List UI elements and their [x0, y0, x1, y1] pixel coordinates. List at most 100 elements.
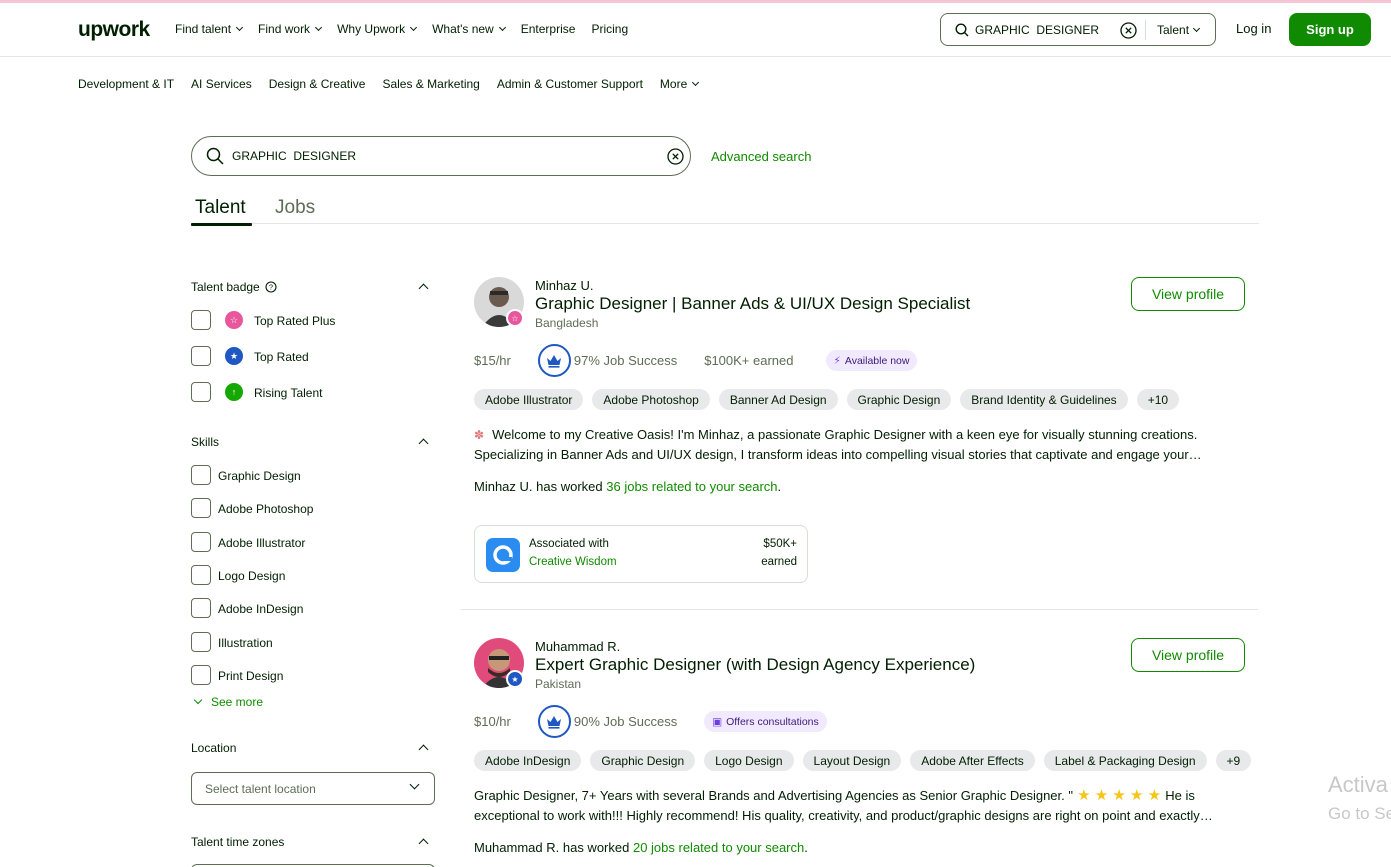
checkbox-top-rated-plus[interactable]: [191, 310, 211, 330]
skill-label: Graphic Design: [218, 469, 301, 483]
related-jobs-link[interactable]: 20 jobs related to your search: [633, 840, 804, 855]
skill-tag[interactable]: Adobe Photoshop: [592, 389, 710, 410]
agency-association[interactable]: Associated with Creative Wisdom $50K+ ea…: [474, 525, 808, 583]
category-ai-services[interactable]: AI Services: [191, 77, 252, 91]
checkbox-skill[interactable]: [191, 465, 211, 485]
skill-tag[interactable]: Adobe InDesign: [474, 750, 582, 771]
svg-text:?: ?: [269, 283, 273, 292]
tab-jobs[interactable]: Jobs: [275, 197, 315, 219]
checkbox-skill[interactable]: [191, 498, 211, 518]
top-rated-icon: ★: [506, 670, 524, 688]
chevron-down-icon: [409, 779, 420, 790]
agency-earned-label: earned: [761, 556, 797, 568]
location-heading: Location: [191, 741, 237, 755]
skill-label: Adobe InDesign: [218, 602, 304, 616]
freelancer-title[interactable]: Graphic Designer | Banner Ads & UI/UX De…: [535, 294, 970, 314]
category-admin-support[interactable]: Admin & Customer Support: [497, 77, 643, 91]
collapse-icon[interactable]: [418, 744, 429, 755]
checkbox-skill[interactable]: [191, 632, 211, 652]
view-profile-button[interactable]: View profile: [1131, 638, 1245, 672]
checkbox-skill[interactable]: [191, 532, 211, 552]
available-now-badge: ⚡ Available now: [825, 350, 918, 371]
search-scope-dropdown[interactable]: Talent: [1157, 23, 1201, 37]
header-search-input[interactable]: [975, 22, 1115, 37]
agency-name[interactable]: Creative Wisdom: [529, 556, 617, 568]
chevron-down-icon: [236, 23, 244, 32]
agency-earned-amount: $50K+: [763, 538, 797, 550]
checkbox-skill[interactable]: [191, 565, 211, 585]
category-design-creative[interactable]: Design & Creative: [269, 77, 366, 91]
category-dev-it[interactable]: Development & IT: [78, 77, 174, 91]
help-icon[interactable]: ?: [265, 281, 277, 293]
skill-tag[interactable]: Brand Identity & Guidelines: [960, 389, 1128, 410]
more-skills-tag[interactable]: +10: [1136, 389, 1180, 410]
nav-enterprise[interactable]: Enterprise: [521, 22, 576, 36]
skill-tags: Adobe InDesign Graphic Design Logo Desig…: [474, 750, 1252, 771]
see-more-skills[interactable]: See more: [193, 695, 263, 709]
nav-pricing[interactable]: Pricing: [591, 22, 628, 36]
hourly-rate: $15/hr: [474, 353, 511, 368]
skill-tag[interactable]: Graphic Design: [846, 389, 952, 410]
checkbox-skill[interactable]: [191, 598, 211, 618]
result-tabs: Talent Jobs: [191, 196, 1259, 226]
badge-label-top-rated-plus: Top Rated Plus: [254, 314, 336, 328]
collapse-icon[interactable]: [418, 283, 429, 294]
location-select[interactable]: Select talent location: [191, 772, 435, 805]
nav-why-upwork[interactable]: Why Upwork: [337, 22, 418, 36]
main-search-input[interactable]: [232, 149, 632, 163]
chevron-down-icon: [193, 695, 203, 705]
freelancer-description[interactable]: Graphic Designer, 7+ Years with several …: [474, 786, 1234, 826]
skill-tag[interactable]: Adobe After Effects: [910, 750, 1035, 771]
freelancer-title[interactable]: Expert Graphic Designer (with Design Age…: [535, 655, 975, 675]
skill-tag[interactable]: Logo Design: [704, 750, 794, 771]
more-skills-tag[interactable]: +9: [1215, 750, 1252, 771]
freelancer-name[interactable]: Minhaz U.: [535, 278, 594, 293]
category-sales-marketing[interactable]: Sales & Marketing: [382, 77, 479, 91]
collapse-icon[interactable]: [418, 838, 429, 849]
chevron-down-icon: [315, 23, 323, 32]
main-nav: Find talent Find work Why Upwork What's …: [175, 22, 644, 36]
clear-icon[interactable]: [1120, 22, 1137, 39]
top-rated-plus-icon: ☆: [225, 311, 243, 329]
freelancer-name[interactable]: Muhammad R.: [535, 639, 620, 654]
job-success: 97% Job Success: [573, 353, 678, 368]
total-earned: $100K+ earned: [704, 353, 794, 368]
view-profile-button[interactable]: View profile: [1131, 277, 1245, 311]
top-rated-plus-icon: ☆: [506, 309, 524, 327]
result-divider: [461, 609, 1258, 610]
category-nav: Development & IT AI Services Design & Cr…: [78, 77, 715, 91]
skill-tag[interactable]: Label & Packaging Design: [1043, 750, 1207, 771]
chevron-down-icon: [692, 78, 700, 87]
related-jobs-link[interactable]: 36 jobs related to your search: [606, 479, 777, 494]
checkbox-rising-talent[interactable]: [191, 382, 211, 402]
skill-tag[interactable]: Layout Design: [802, 750, 902, 771]
tab-talent[interactable]: Talent: [191, 197, 252, 226]
skill-label: Adobe Photoshop: [218, 502, 314, 516]
collapse-icon[interactable]: [418, 438, 429, 449]
login-link[interactable]: Log in: [1236, 21, 1271, 36]
skill-tag[interactable]: Graphic Design: [590, 750, 696, 771]
nav-find-talent[interactable]: Find talent: [175, 22, 244, 36]
checkbox-skill[interactable]: [191, 665, 211, 685]
signup-button[interactable]: Sign up: [1289, 13, 1371, 46]
clear-icon[interactable]: [667, 148, 684, 165]
advanced-search-link[interactable]: Advanced search: [711, 149, 811, 164]
jobs-worked: Minhaz U. has worked 36 jobs related to …: [474, 479, 782, 494]
skill-label: Adobe Illustrator: [218, 536, 306, 550]
top-rated-icon: ★: [225, 347, 243, 365]
associated-with-label: Associated with: [529, 538, 609, 550]
nav-whats-new[interactable]: What's new: [432, 22, 506, 36]
video-icon: ▣: [712, 715, 723, 728]
badge-label-rising-talent: Rising Talent: [254, 386, 323, 400]
header-search: Talent: [940, 13, 1216, 46]
category-more[interactable]: More: [660, 77, 700, 91]
checkbox-top-rated[interactable]: [191, 346, 211, 366]
upwork-logo[interactable]: upwork: [78, 18, 150, 42]
freelancer-description[interactable]: ✽ Welcome to my Creative Oasis! I'm Minha…: [474, 425, 1234, 465]
nav-find-work[interactable]: Find work: [258, 22, 323, 36]
skill-label: Print Design: [218, 669, 284, 683]
agency-logo: [486, 538, 520, 572]
skill-tag[interactable]: Banner Ad Design: [718, 389, 838, 410]
skill-tag[interactable]: Adobe Illustrator: [474, 389, 584, 410]
activation-watermark: Activa Go to Se: [1328, 772, 1391, 823]
